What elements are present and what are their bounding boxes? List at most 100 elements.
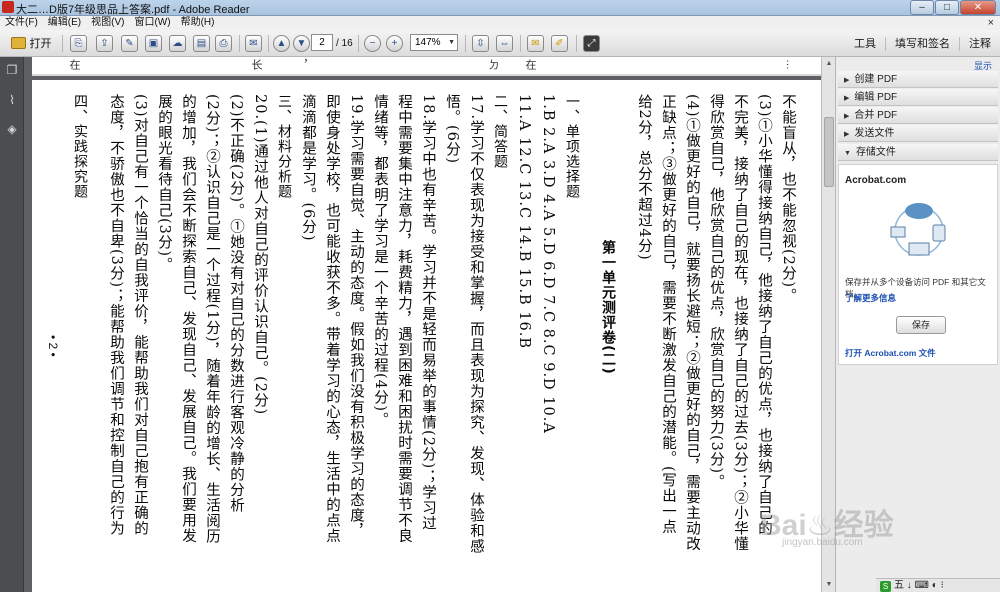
text-line: 程中需要集中注意力，耗费精力，遇到困难和困扰时需要调节不良 xyxy=(396,94,412,544)
menu-help[interactable]: 帮助(H) xyxy=(181,16,215,30)
text-line: 不完美，接纳了自己的现在，也接纳了自己的过去(3分)；②小华懂 xyxy=(732,94,748,552)
page-fragment: ， xyxy=(296,59,308,70)
next-page-icon[interactable]: ▼ xyxy=(293,34,310,52)
text-line: 即使身处学校，也可能收获不多。带着学习的心态，生活中的点点 xyxy=(324,94,340,544)
scroll-down-icon[interactable]: ▼ xyxy=(823,579,835,591)
text-line: (4)①做更好的自己，就要扬长避短；②做更好的自己，需要主动改 xyxy=(684,94,700,552)
page-fragment: 在 xyxy=(68,59,80,70)
expand-icon: ▶ xyxy=(844,77,850,84)
text-line: (2分)；②认识自己是一个过程(1分)，随着年龄的增长、生活阅历 xyxy=(204,94,220,545)
open-button[interactable]: 打开 xyxy=(5,34,57,52)
panel-item-combine-pdf[interactable]: ▶ 合并 PDF xyxy=(838,107,998,124)
text-line: 态度，不骄傲也不自卑(3分)；能帮助我们调节和控制自己的行为 xyxy=(108,94,124,537)
maximize-button[interactable]: □ xyxy=(935,0,959,15)
toolbar-divider xyxy=(239,35,240,52)
document-view[interactable]: 在 长 ， ㄉ 在 … • 2 • 不能盲从，也不能忽视(2分)。 (3)①小华懂… xyxy=(24,57,821,592)
export-icon[interactable]: ⇪ xyxy=(96,34,113,52)
page-total: / 16 xyxy=(336,37,353,49)
comment-icon[interactable]: ✉ xyxy=(527,34,544,52)
text-line: 19.学习需要自觉、主动的态度。假如我们没有积极学习的态度， xyxy=(348,94,364,539)
close-document-icon[interactable]: × xyxy=(988,16,994,30)
panel-item-create-pdf[interactable]: ▶ 创建 PDF xyxy=(838,71,998,88)
title-bar: 大二…D版7年级思品上答案.pdf - Adobe Reader – □ ✕ xyxy=(0,0,1000,16)
expand-icon: ▶ xyxy=(844,95,850,102)
text-line: 的增加，我们会不断探索自己、发现自己、发展自己。我们要用发 xyxy=(180,94,196,544)
task-links: 工具 填写和签名 注释 xyxy=(845,30,1000,57)
page-fragment: 在 xyxy=(524,59,536,70)
save-icon[interactable]: ▤ xyxy=(193,34,210,52)
zoom-in-icon[interactable]: + xyxy=(386,34,403,52)
text-line: 1.B 2.A 3.D 4.A 5.D 6.D 7.C 8.C 9.D 10.A xyxy=(540,94,556,434)
section-heading: 四、实践探究题 xyxy=(72,94,88,199)
layers-icon[interactable]: ◈ xyxy=(5,122,19,136)
open-label: 打开 xyxy=(29,38,52,50)
tray-text: 五 ↓ ⌨ ◐ ⁝ xyxy=(894,580,944,591)
close-button[interactable]: ✕ xyxy=(960,0,996,15)
text-line: (3)对自己有一个恰当的自我评价，能帮助我们对自己抱有正确的 xyxy=(132,94,148,537)
menu-view[interactable]: 视图(V) xyxy=(91,16,124,30)
panel-item-label: 创建 PDF xyxy=(854,74,898,85)
text-line: 悟。(6分) xyxy=(444,94,460,165)
toolbar-divider xyxy=(358,35,359,52)
panel-item-label: 合并 PDF xyxy=(854,110,898,121)
edit-icon[interactable]: ✎ xyxy=(121,34,138,52)
acrobat-com-card: Acrobat.com 保存并从多个设备访问 PDF 和其它文档。 了解更多信息… xyxy=(838,164,998,365)
section-heading: 三、材料分析题 xyxy=(276,94,292,199)
navigation-pane: ❐ ⌇ ◈ xyxy=(0,57,24,592)
section-heading: 一、单项选择题 xyxy=(564,94,580,199)
fullscreen-icon[interactable]: ⤢ xyxy=(583,34,600,52)
upload-cloud-icon[interactable]: ☁ xyxy=(169,34,186,52)
menu-window[interactable]: 窗口(W) xyxy=(134,16,170,30)
menu-file[interactable]: 文件(F) xyxy=(5,16,38,30)
email-icon[interactable]: ✉ xyxy=(245,34,262,52)
text-line: 滴滴都是学习。(6分) xyxy=(300,94,316,242)
panel-item-store-file[interactable]: ▼ 存储文件 xyxy=(838,144,998,161)
panel-item-send-file[interactable]: ▶ 发送文件 xyxy=(838,125,998,142)
text-line: 不能盲从，也不能忽视(2分)。 xyxy=(780,94,796,304)
scroll-thumb[interactable] xyxy=(824,117,834,187)
panel-item-edit-pdf[interactable]: ▶ 编辑 PDF xyxy=(838,89,998,106)
menu-edit[interactable]: 编辑(E) xyxy=(48,16,81,30)
tools-link[interactable]: 工具 xyxy=(845,37,885,51)
toolbar-divider xyxy=(268,35,269,52)
scroll-up-icon[interactable]: ▲ xyxy=(823,58,835,70)
combine-icon[interactable]: ▣ xyxy=(145,34,162,52)
print-icon[interactable]: ⎙ xyxy=(215,34,232,52)
text-line: 20.(1)通过他人对自己的评价认识自己。(2分) xyxy=(252,94,268,416)
zoom-select[interactable]: 147% ▼ xyxy=(410,34,458,51)
previous-page-icon[interactable]: ▲ xyxy=(273,34,290,52)
chevron-down-icon: ▼ xyxy=(448,39,455,46)
text-line: 情绪等，都表明了学习是一个辛苦的过程(4分)。 xyxy=(372,94,388,428)
panel-item-label: 发送文件 xyxy=(854,128,895,139)
text-line: 18.学习中也有辛苦。学习并不是轻而易举的事情(2分)；学习过 xyxy=(420,94,436,532)
page-number-input[interactable]: 2 xyxy=(311,34,333,51)
zoom-out-icon[interactable]: − xyxy=(364,34,381,52)
folder-icon xyxy=(10,37,26,49)
save-to-cloud-button[interactable]: 保存 xyxy=(896,316,946,334)
fit-page-icon[interactable]: ⇳ xyxy=(472,34,489,52)
cloud-sync-icon xyxy=(890,203,946,256)
page-thumbnails-icon[interactable]: ❐ xyxy=(5,63,19,77)
ime-tray: S五 ↓ ⌨ ◐ ⁝ xyxy=(876,578,1000,592)
comment-link[interactable]: 注释 xyxy=(959,36,1000,51)
create-pdf-icon[interactable]: ⎘ xyxy=(70,34,87,52)
text-line: 给2分，总分不超过4分) xyxy=(636,94,652,261)
toolbar-divider xyxy=(62,35,63,52)
menu-bar: 文件(F) 编辑(E) 视图(V) 窗口(W) 帮助(H) × xyxy=(0,16,1000,30)
text-line: 得欣赏自己，他欣赏自己的优点，欣赏自己的努力(3分)。 xyxy=(708,94,724,490)
toolbar-divider xyxy=(520,35,521,52)
text-line: (3)①小华懂得接纳自己，他接纳了自己的优点，也接纳了自己的 xyxy=(756,94,772,537)
page-number: • 2 • xyxy=(46,335,60,357)
highlight-icon[interactable]: ✐ xyxy=(551,34,568,52)
attachments-icon[interactable]: ⌇ xyxy=(5,93,19,107)
text-line: 正缺点；③做更好的自己，需要不断激发自己的潜能。(写出一点 xyxy=(660,94,676,535)
previous-page: 在 长 ， ㄉ 在 … xyxy=(32,57,821,76)
page-fragment: … xyxy=(784,59,796,70)
minimize-button[interactable]: – xyxy=(910,0,934,15)
pdf-page: • 2 • 不能盲从，也不能忽视(2分)。 (3)①小华懂得接纳自己，他接纳了自己… xyxy=(32,80,821,592)
learn-more-link[interactable]: 了解更多信息 xyxy=(845,292,896,304)
fill-sign-link[interactable]: 填写和签名 xyxy=(885,36,959,51)
text-line: 11.A 12.C 13.C 14.B 15.B 16.B xyxy=(516,94,532,350)
open-acrobat-com-link[interactable]: 打开 Acrobat.com 文件 xyxy=(845,347,936,359)
fit-width-icon[interactable]: ⇔ xyxy=(496,34,513,52)
